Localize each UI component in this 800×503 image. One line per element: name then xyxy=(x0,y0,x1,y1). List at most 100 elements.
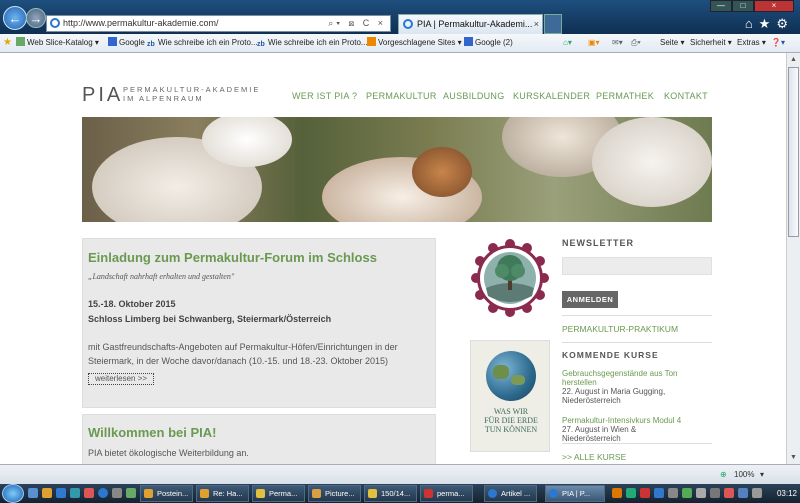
site-logo-subtitle: PERMAKULTUR-AKADEMIE IM ALPENRAUM xyxy=(123,85,261,103)
volume-icon[interactable] xyxy=(710,488,720,498)
help-icon[interactable]: ❓▾ xyxy=(771,34,785,52)
tray-icon[interactable] xyxy=(640,488,650,498)
fav-item-proto-1[interactable]: zb Wie schreibe ich ein Proto... xyxy=(147,34,258,52)
site-logo[interactable]: PIA xyxy=(82,84,123,107)
new-tab-button[interactable] xyxy=(544,14,562,34)
praktikum-link[interactable]: PERMAKULTUR-PRAKTIKUM xyxy=(562,324,678,334)
page-content: PIA PERMAKULTUR-AKADEMIE IM ALPENRAUM WE… xyxy=(0,53,786,469)
nav-permakultur[interactable]: PERMAKULTUR xyxy=(366,91,437,101)
cmd-page[interactable]: Seite ▾ xyxy=(660,34,684,52)
post-location: Schloss Limberg bei Schwanberg, Steierma… xyxy=(88,314,332,324)
quicklaunch-icon[interactable] xyxy=(42,488,52,498)
feed-icon[interactable]: ▣▾ xyxy=(588,34,600,52)
tab-close-icon[interactable]: × xyxy=(534,15,539,33)
all-courses-link[interactable]: >> ALLE KURSE xyxy=(562,452,626,462)
newsletter-subscribe-button[interactable]: ANMELDEN xyxy=(562,291,618,308)
quicklaunch-icon[interactable] xyxy=(70,488,80,498)
zoom-dropdown-icon[interactable]: ▾ xyxy=(760,465,764,484)
fav-item-web-slice[interactable]: Web Slice-Katalog ▾ xyxy=(16,34,99,52)
taskbar-item[interactable]: perma... xyxy=(420,485,473,502)
zoom-level[interactable]: 100% xyxy=(734,465,754,484)
quicklaunch-icon[interactable] xyxy=(28,488,38,498)
nav-kontakt[interactable]: KONTAKT xyxy=(664,91,708,101)
course-title[interactable]: Permakultur-Intensivkurs Modul 4 xyxy=(562,416,692,425)
tab-title: PIA | Permakultur-Akademi... xyxy=(417,19,533,29)
cmd-safety[interactable]: Sicherheit ▾ xyxy=(690,34,732,52)
taskbar-item[interactable]: Postein... xyxy=(140,485,193,502)
close-window-button[interactable]: × xyxy=(754,0,794,12)
zb-icon: zb xyxy=(257,41,265,48)
fav-item-google-2[interactable]: Google (2) xyxy=(464,34,513,52)
tray-icon[interactable] xyxy=(752,488,762,498)
scrollbar-thumb[interactable] xyxy=(788,67,799,237)
page-scrollbar[interactable]: ▲ ▼ xyxy=(786,53,800,464)
newsletter-email-input[interactable] xyxy=(562,257,712,275)
fav-item-proto-2[interactable]: zb Wie schreibe ich ein Proto... xyxy=(257,34,368,52)
tab-active[interactable]: PIA | Permakultur-Akademi... × xyxy=(398,14,543,34)
quicklaunch-icon[interactable] xyxy=(56,488,66,498)
tray-icon[interactable] xyxy=(612,488,622,498)
address-bar[interactable]: http://www.permakultur-akademie.com/ ⌕▾ … xyxy=(46,15,391,32)
welcome-title[interactable]: Willkommen bei PIA! xyxy=(88,425,216,440)
fav-item-suggested-sites[interactable]: Vorgeschlagene Sites ▾ xyxy=(367,34,462,52)
scroll-down-icon[interactable]: ▼ xyxy=(787,451,800,464)
home-favorites-tools-icons[interactable]: ⌂★⚙ xyxy=(745,16,794,32)
forward-button[interactable]: → xyxy=(26,8,46,28)
tray-icon[interactable] xyxy=(738,488,748,498)
tray-icon[interactable] xyxy=(654,488,664,498)
back-button[interactable]: ← xyxy=(3,6,27,30)
tray-icon[interactable] xyxy=(724,488,734,498)
post-body: mit Gastfreundschafts-Angeboten auf Perm… xyxy=(88,342,398,366)
nav-wer-ist-pia[interactable]: WER IST PIA ? xyxy=(292,91,357,101)
book-cover-image[interactable]: WAS WIR FÜR DIE ERDE TUN KÖNNEN xyxy=(470,340,550,452)
print-icon[interactable]: ⎙▾ xyxy=(631,34,641,52)
zoom-icon[interactable]: ⊕ xyxy=(720,465,727,484)
favorites-star-icon[interactable]: ★ xyxy=(3,34,12,52)
maximize-button[interactable]: □ xyxy=(732,0,754,12)
quicklaunch-icon[interactable] xyxy=(84,488,94,498)
ie-quicklaunch-icon[interactable] xyxy=(98,488,108,498)
read-more-link[interactable]: weiterlesen >> xyxy=(88,373,155,385)
pdf-icon xyxy=(424,489,433,498)
taskbar-item[interactable]: Picture... xyxy=(308,485,361,502)
course-title[interactable]: Gebrauchsgegenstände aus Ton herstellen xyxy=(562,369,692,387)
home-icon[interactable]: ⌂▾ xyxy=(563,34,572,52)
windows-taskbar: Postein... Re: Ha... Perma... Picture...… xyxy=(0,484,800,503)
favorites-bar: ★ Web Slice-Katalog ▾ Google zb Wie schre… xyxy=(0,34,800,53)
tray-icon[interactable] xyxy=(668,488,678,498)
book-title-line-2: FÜR DIE ERDE xyxy=(484,416,538,425)
quicklaunch-icon[interactable] xyxy=(112,488,122,498)
cmd-tools[interactable]: Extras ▾ xyxy=(737,34,766,52)
taskbar-item[interactable]: Perma... xyxy=(252,485,305,502)
address-tools-icons[interactable]: ⌕▾ ⊠ C × xyxy=(328,16,386,31)
tray-icon[interactable] xyxy=(682,488,692,498)
taskbar-item-active[interactable]: PIA | P... xyxy=(545,485,605,502)
fav-item-google[interactable]: Google xyxy=(108,34,145,52)
course-item[interactable]: Gebrauchsgegenstände aus Ton herstellen … xyxy=(562,369,692,405)
nav-permathek[interactable]: PERMATHEK xyxy=(596,91,654,101)
app-icon xyxy=(200,489,209,498)
welcome-body: PIA bietet ökologische Weiterbildung an. xyxy=(88,448,249,458)
taskbar-item[interactable]: Re: Ha... xyxy=(196,485,249,502)
welcome-box xyxy=(82,414,436,469)
start-button[interactable] xyxy=(2,484,24,503)
zb-icon: zb xyxy=(147,41,155,48)
taskbar-item[interactable]: Artikel ... xyxy=(484,485,537,502)
taskbar-clock[interactable]: 03:12 xyxy=(777,484,797,503)
mail-icon[interactable]: ✉▾ xyxy=(612,34,623,52)
minimize-button[interactable]: — xyxy=(710,0,732,12)
ie-icon xyxy=(549,489,558,498)
nav-kurskalender[interactable]: KURSKALENDER xyxy=(513,91,590,101)
pia-badge-logo[interactable] xyxy=(470,238,550,318)
taskbar-item[interactable]: 150/14... xyxy=(364,485,417,502)
quicklaunch-icon[interactable] xyxy=(126,488,136,498)
course-item[interactable]: Permakultur-Intensivkurs Modul 4 27. Aug… xyxy=(562,416,692,443)
courses-title: KOMMENDE KURSE xyxy=(562,350,659,360)
browser-status-bar: ⊕ 100% ▾ xyxy=(0,464,800,484)
ie-icon xyxy=(488,489,497,498)
post-title[interactable]: Einladung zum Permakultur-Forum im Schlo… xyxy=(88,250,377,265)
nav-ausbildung[interactable]: AUSBILDUNG xyxy=(443,91,505,101)
network-icon[interactable] xyxy=(696,488,706,498)
tray-icon[interactable] xyxy=(626,488,636,498)
scroll-up-icon[interactable]: ▲ xyxy=(787,53,800,66)
